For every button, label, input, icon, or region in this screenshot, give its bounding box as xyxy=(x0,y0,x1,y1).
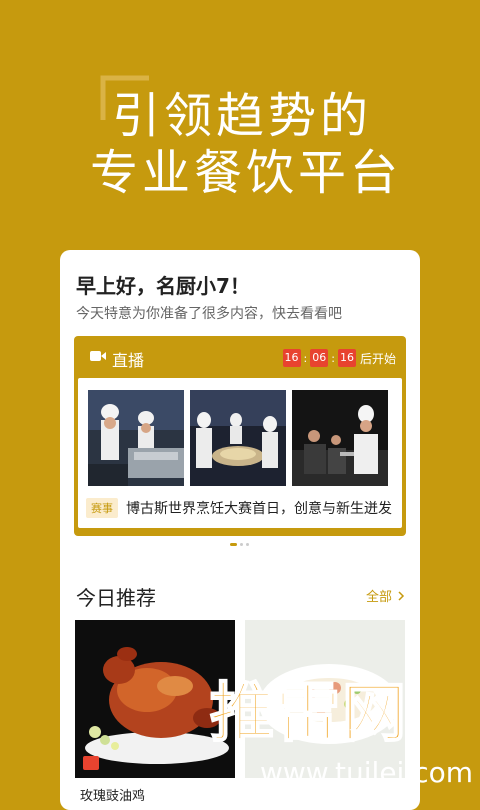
greeting-subtitle: 今天特意为你准备了很多内容，快去看看吧 xyxy=(76,306,342,322)
video-camera-icon xyxy=(90,351,106,361)
event-tag: 赛事 xyxy=(86,498,118,518)
carousel-dot xyxy=(240,543,243,546)
countdown-seconds: 16 xyxy=(337,349,356,367)
hero-banner: 引领趋势的 专业餐饮平台 xyxy=(0,0,480,250)
live-header: 直播 16 : 06 : 16 后开始 xyxy=(74,336,406,378)
recommend-title: 今日推荐 xyxy=(76,586,156,610)
live-caption-row[interactable]: 赛事 博古斯世界烹饪大赛首日，创意与新生迸发 xyxy=(86,498,392,518)
live-card-body[interactable]: 赛事 博古斯世界烹饪大赛首日，创意与新生迸发 xyxy=(78,378,402,528)
recommend-all-label: 全部 xyxy=(365,590,392,605)
watermark-url: www.tuilei.com xyxy=(260,756,474,789)
hero-headline-line1: 引领趋势的 xyxy=(112,88,373,144)
hero-headline-line2: 专业餐饮平台 xyxy=(90,145,403,201)
recommend-all-link[interactable]: 全部 xyxy=(366,586,406,605)
carousel-dot-active xyxy=(230,543,237,546)
live-countdown: 16 : 06 : 16 后开始 xyxy=(282,349,396,367)
live-thumbnail-plating[interactable] xyxy=(190,390,286,486)
live-caption-text: 博古斯世界烹饪大赛首日，创意与新生迸发 xyxy=(126,501,392,517)
recommend-item-name: 玫瑰豉油鸡 xyxy=(80,789,146,804)
countdown-minutes: 06 xyxy=(310,349,329,367)
countdown-separator: : xyxy=(331,351,335,365)
live-thumbnail-judges[interactable] xyxy=(292,390,388,486)
live-section[interactable]: 直播 16 : 06 : 16 后开始 赛事 博古斯世界烹饪大赛首日，创意与新生… xyxy=(74,336,406,536)
countdown-separator: : xyxy=(303,351,308,365)
live-title: 直播 xyxy=(112,351,145,370)
greeting-title: 早上好，名厨小7！ xyxy=(76,274,250,298)
watermark-logo: 推雷网 xyxy=(209,677,408,751)
carousel-dot xyxy=(246,543,249,546)
carousel-dots xyxy=(230,543,249,546)
live-thumbnail-chefs-kitchen[interactable] xyxy=(88,390,184,486)
chevron-right-icon xyxy=(398,590,405,601)
countdown-hours: 16 xyxy=(282,349,301,367)
countdown-suffix: 后开始 xyxy=(359,351,396,366)
